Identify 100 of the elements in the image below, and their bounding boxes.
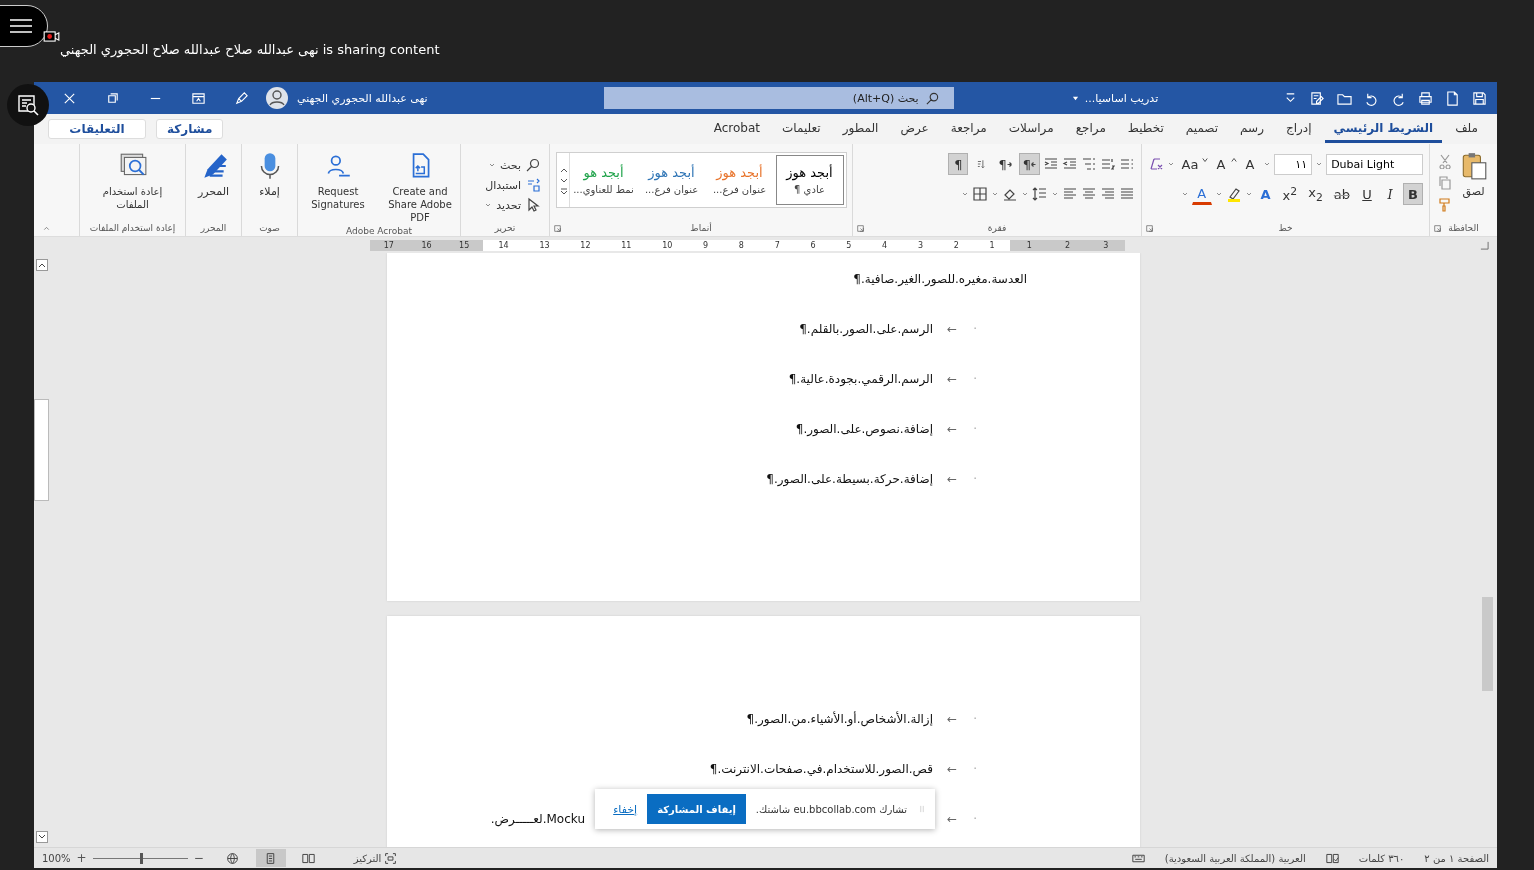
launcher-icon[interactable] xyxy=(1433,224,1442,233)
hide-link[interactable]: إخفاء xyxy=(613,802,638,816)
share-button[interactable]: مشاركة xyxy=(156,119,224,139)
clear-format-icon[interactable] xyxy=(1148,156,1164,172)
zoom-out-button[interactable]: − xyxy=(187,851,210,865)
ribbon-tab[interactable]: تعليمات xyxy=(773,115,830,143)
style-tile[interactable]: أبجد هوز عادي ¶ xyxy=(775,155,844,205)
menu-button[interactable] xyxy=(0,5,48,47)
launcher-icon[interactable] xyxy=(856,224,865,233)
show-marks-button[interactable]: ¶ xyxy=(948,153,969,175)
pen-icon[interactable] xyxy=(234,90,249,106)
word-count[interactable]: ٣٦٠ كلمات xyxy=(1358,852,1405,864)
search-field[interactable]: بحث (Alt+Q) xyxy=(603,87,954,109)
align-center-icon[interactable] xyxy=(1081,186,1097,202)
underline-button[interactable]: U xyxy=(1357,183,1377,205)
caret-icon[interactable] xyxy=(1180,190,1189,198)
replace-button[interactable]: استبدال xyxy=(485,178,521,192)
select-button[interactable]: تحديد xyxy=(496,198,521,212)
avatar-icon[interactable] xyxy=(265,86,289,110)
align-right-icon[interactable] xyxy=(1100,186,1116,202)
indent-increase-icon[interactable] xyxy=(1043,156,1059,172)
dictate-button[interactable]: إملاء xyxy=(252,149,287,200)
new-document-icon[interactable] xyxy=(1445,90,1460,106)
ribbon-tab[interactable]: مراسلات xyxy=(999,115,1063,143)
zoom-percent[interactable]: 100% xyxy=(42,852,71,864)
ribbon-tab[interactable]: إدراج xyxy=(1276,115,1321,143)
editor-button[interactable]: المحرر xyxy=(195,149,232,200)
caret-icon[interactable] xyxy=(991,190,999,198)
sub-button[interactable]: x$_{2}$ xyxy=(1304,183,1327,205)
ribbon-tab[interactable]: Acrobat xyxy=(704,115,770,143)
print-view-button[interactable] xyxy=(255,849,286,867)
ribbon-display-icon[interactable] xyxy=(191,90,206,106)
language[interactable]: العربية (المملكة العربية السعودية) xyxy=(1164,852,1306,864)
caret-icon[interactable] xyxy=(961,190,969,198)
text-effects-button[interactable]: A xyxy=(1255,183,1276,205)
scroll-down-icon[interactable] xyxy=(35,831,48,843)
restore-icon[interactable] xyxy=(105,90,120,106)
caret-icon[interactable] xyxy=(1021,190,1029,198)
launcher-icon[interactable] xyxy=(553,224,562,233)
slider-thumb[interactable] xyxy=(140,852,144,864)
multilevel-list-icon[interactable] xyxy=(1081,156,1097,172)
caret-icon[interactable] xyxy=(488,161,497,169)
drag-handle-icon[interactable] xyxy=(917,803,927,815)
ribbon-tab[interactable]: المطور xyxy=(833,115,888,143)
cursor-icon[interactable] xyxy=(525,197,541,213)
caret-icon[interactable] xyxy=(1214,190,1223,198)
cut-icon[interactable] xyxy=(1436,153,1453,169)
caret-icon[interactable] xyxy=(1244,190,1253,198)
comments-button[interactable]: التعليقات xyxy=(48,119,146,139)
borders-icon[interactable] xyxy=(972,186,988,202)
proofing-icon[interactable] xyxy=(1325,851,1339,865)
find-button[interactable]: بحث xyxy=(500,158,521,172)
caret-icon[interactable] xyxy=(484,201,493,209)
print-icon[interactable] xyxy=(1418,90,1433,106)
scrollbar-thumb[interactable] xyxy=(34,399,49,501)
create-pdf-button[interactable]: Create and Share Adobe PDF xyxy=(381,149,459,226)
ribbon-tab[interactable]: تخطيط xyxy=(1118,115,1173,143)
save-icon[interactable] xyxy=(1472,90,1487,106)
line-spacing-icon[interactable] xyxy=(1032,186,1048,202)
reuse-files-button[interactable]: إعادة استخدام الملفات xyxy=(85,149,180,213)
font-color-button[interactable]: A xyxy=(1191,183,1212,205)
rtl-direction-button[interactable]: ¶ xyxy=(1018,153,1040,175)
ribbon-tab[interactable]: رسم xyxy=(1231,115,1273,143)
ribbon-tab[interactable]: عرض xyxy=(891,115,938,143)
highlighter-icon[interactable] xyxy=(1225,186,1242,202)
ribbon-tab[interactable]: تصميم xyxy=(1176,115,1228,143)
stop-sharing-button[interactable]: إيقاف المشاركة xyxy=(647,794,746,824)
page-count[interactable]: الصفحة ١ من ٢ xyxy=(1424,852,1489,864)
sup-button[interactable]: x$^{2}$ xyxy=(1278,183,1302,205)
format-painter-icon[interactable] xyxy=(1436,197,1453,213)
bold-button[interactable]: B xyxy=(1403,183,1423,205)
ruler-toggle-icon[interactable] xyxy=(1480,241,1489,250)
font-name-field[interactable]: Dubai Light xyxy=(1326,153,1423,175)
edit-document-icon[interactable] xyxy=(1310,90,1325,106)
ltr-direction-button[interactable]: ¶ xyxy=(994,153,1016,175)
search-button[interactable] xyxy=(7,84,49,126)
search-icon[interactable] xyxy=(525,157,541,173)
caret-icon[interactable] xyxy=(1262,160,1271,168)
indent-decrease-icon[interactable] xyxy=(1062,156,1078,172)
shrink-font-button[interactable]: A xyxy=(1210,153,1231,175)
ribbon-tab[interactable]: مراجعة xyxy=(941,115,996,143)
document-title[interactable]: تدريب اساسيا... xyxy=(1071,91,1159,105)
ribbon-tab[interactable]: مراجع xyxy=(1066,115,1115,143)
bulleted-list-icon[interactable] xyxy=(1119,156,1135,172)
justify-icon[interactable] xyxy=(1119,186,1135,202)
scroll-up-icon[interactable] xyxy=(35,259,48,271)
caret-icon[interactable] xyxy=(1167,160,1175,168)
caret-icon[interactable] xyxy=(1051,190,1059,198)
focus-button[interactable]: التركيز xyxy=(347,850,404,866)
zoom-in-button[interactable]: + xyxy=(70,851,93,865)
numbered-list-icon[interactable] xyxy=(1100,156,1116,172)
italic-button[interactable]: I xyxy=(1380,183,1400,205)
request-signatures-button[interactable]: Request Signatures xyxy=(299,149,377,213)
collapse-ribbon-icon[interactable] xyxy=(42,224,51,233)
ribbon-tab[interactable]: ملف xyxy=(1446,115,1487,143)
align-left-icon[interactable] xyxy=(1062,186,1078,202)
grow-font-button[interactable]: A xyxy=(1239,153,1260,175)
change-case-button[interactable]: Aa xyxy=(1178,153,1202,175)
caret-icon[interactable] xyxy=(1315,160,1324,168)
font-size-field[interactable]: ١١ xyxy=(1273,153,1313,175)
